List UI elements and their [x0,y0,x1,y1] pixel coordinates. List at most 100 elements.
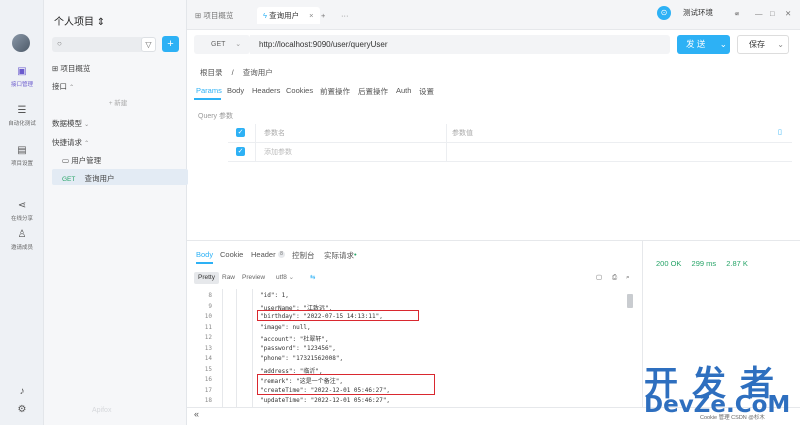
tab-pre-request[interactable]: 前置操作 [320,86,350,97]
maximize-button[interactable]: □ [770,5,775,22]
rail-item-label: 邀请成员 [10,245,33,251]
tab-params[interactable]: Params [196,86,222,95]
format-preview[interactable]: Preview [238,272,269,284]
tab-overview[interactable]: ⊞ 项目概览 [195,7,233,24]
rail-item-share[interactable]: ⋖ 在线分享 [0,200,44,222]
menu-icon[interactable]: ≡ [735,5,739,22]
url-input[interactable]: http://localhost:9090/user/queryUser [250,35,670,54]
highlight-box-timestamps [257,374,435,395]
active-resp-tab-underline [196,262,213,264]
plus-icon: + [167,38,174,50]
tab-post-request[interactable]: 后置操作 [358,86,388,97]
tree-folder-user-management[interactable]: ▭ 用户管理 [62,155,101,166]
tree-section-api[interactable]: 接口 ⌃ [52,81,74,92]
search-icon[interactable]: ⌕ [622,272,634,284]
more-tabs-button[interactable]: ··· [341,7,349,24]
code-line: "password": "123456", [260,344,336,352]
rail-item-automation[interactable]: ☰ 自动化测试 [0,105,44,127]
query-params-table: ✓ 参数名 参数值 ▯ ✓ 添加参数 [228,124,792,162]
search-icon: ○ [57,39,62,48]
grid-icon: ⊞ [52,64,59,73]
project-title[interactable]: 个人项目 ⇕ [54,13,105,28]
rail-item-api[interactable]: ▣ 接口管理 [0,66,44,88]
tab-query-user[interactable]: ϟ 查询用户 × [257,7,320,24]
tree-section-data-models[interactable]: 数据模型 ⌄ [52,118,89,129]
request-tabs: Params Body Headers Cookies 前置操作 后置操作 Au… [194,84,800,100]
table-row: ✓ 添加参数 [228,143,792,162]
breadcrumb: 根目录 / 查询用户 [200,68,273,77]
code-line: "id": 1, [260,292,289,299]
invite-icon: ♙ [17,229,27,240]
column-divider [255,124,256,162]
watermark: 开发者 DevZe.CoM Cookie 管理 CSDN @杉木 [640,356,800,425]
chevron-down-icon: ⌄ [719,39,727,49]
active-tab-underline [194,98,221,100]
search-input[interactable]: ○ [52,37,144,52]
bell-icon: ♪ [19,386,25,397]
row-checkbox[interactable]: ✓ [236,147,245,156]
environment-select[interactable]: 测试环境 ⌄ [683,7,739,18]
tab-auth[interactable]: Auth [396,86,411,95]
scrollbar-thumb[interactable] [627,294,633,308]
chevron-down-icon: ⌄ [235,41,242,48]
wrap-icon[interactable]: ⇆ [306,272,319,284]
new-tab-button[interactable]: + [321,7,325,24]
line-number: 9 [208,302,212,310]
line-number: 15 [204,365,212,373]
tab-bar: ⊞ 项目概览 ϟ 查询用户 × + ··· ⊙ 测试环境 ⌄ ≡ — □ ✕ [187,0,800,30]
tab-cookies[interactable]: Cookies [286,86,313,95]
filter-button[interactable]: ▽ [141,37,156,52]
tab-body[interactable]: Body [227,86,244,95]
save-button[interactable]: 保存 ⌄ [737,35,789,54]
bulk-edit-icon[interactable]: ▯ [778,128,782,136]
resp-tab-header[interactable]: Header [251,250,276,259]
encoding-select[interactable]: utf8 ⌄ [272,272,298,284]
param-value-header: 参数值 [452,130,473,137]
line-number: 12 [204,334,212,341]
line-number: 14 [204,355,212,362]
tree-section-quick-requests[interactable]: 快捷请求 ⌃ [52,137,89,148]
copy-icon[interactable]: ▢ [592,272,606,284]
resp-tab-console[interactable]: 控制台 [292,250,315,261]
format-raw[interactable]: Raw [218,272,239,284]
chevron-up-icon: ⌃ [84,141,90,147]
lightning-icon: ϟ [263,11,267,20]
format-pretty[interactable]: Pretty [194,272,219,284]
avatar[interactable] [12,34,30,52]
resp-tab-cookie[interactable]: Cookie [220,250,243,259]
rail-item-settings[interactable]: ▤ 项目设置 [0,145,44,167]
resp-tab-actual-request[interactable]: 实际请求 [324,250,354,261]
folder-icon: ▭ [62,156,70,165]
tab-settings[interactable]: 设置 [419,86,434,97]
code-line: "phone": "17321562008", [260,355,344,362]
rail-item-notifications[interactable]: ♪ [0,386,44,400]
minimize-button[interactable]: — [755,5,763,22]
header-count-badge: 8 [278,251,285,258]
line-number: 11 [204,323,212,331]
window-close-button[interactable]: ✕ [785,5,791,22]
download-icon[interactable]: ⎙ [608,272,621,284]
rail-item-invite[interactable]: ♙ 邀请成员 [0,229,44,251]
select-all-checkbox[interactable]: ✓ [236,128,245,137]
tree-item-query-user[interactable]: GET 查询用户 [62,173,114,184]
line-number: 16 [204,376,212,383]
close-icon[interactable]: × [309,11,313,20]
param-name-input[interactable]: 添加参数 [264,147,292,157]
add-button[interactable]: + [162,36,179,52]
rail-item-preferences[interactable]: ⚙ [0,404,44,418]
settings-icon: ▤ [17,145,27,156]
filter-icon: ▽ [145,40,152,49]
query-params-label: Query 参数 [198,113,234,120]
method-select[interactable]: GET ⌄ [194,35,250,54]
tab-headers[interactable]: Headers [252,86,280,95]
project-panel: 个人项目 ⇕ ○ ▽ + ⊞ 项目概览 接口 ⌃ + 新建 数据模型 ⌄ 快捷请… [44,0,188,425]
response-status: 200 OK 299 ms 2.87 K [656,259,748,268]
new-button[interactable]: + 新建 [62,97,174,111]
send-button[interactable]: 发 送 ⌄ [677,35,730,54]
collapse-panel-button[interactable]: « [194,409,199,419]
brand-logo: Apifox [92,407,112,414]
resp-tab-body[interactable]: Body [196,250,213,259]
tree-item-overview[interactable]: ⊞ 项目概览 [52,63,90,74]
gear-icon: ⚙ [17,404,27,415]
chevron-down-icon: ⌄ [288,274,295,281]
